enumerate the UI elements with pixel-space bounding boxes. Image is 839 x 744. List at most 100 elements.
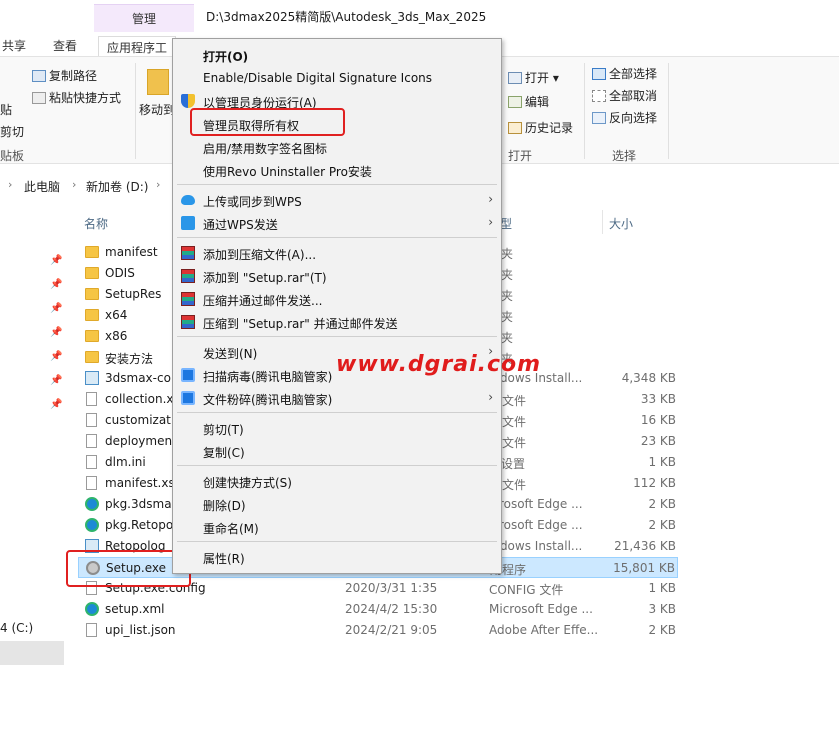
- history-button[interactable]: 历史记录: [508, 119, 573, 136]
- menu-item-create-shortcut[interactable]: 创建快捷方式(S): [173, 470, 501, 492]
- file-name: customizat: [105, 413, 171, 427]
- menu-label: 压缩并通过邮件发送...: [203, 294, 323, 308]
- file-row[interactable]: upi_list.json 2024/2/21 9:05 Adobe After E…: [78, 620, 678, 641]
- file-size: 2 KB: [648, 623, 676, 637]
- menu-label: 复制(C): [203, 446, 245, 460]
- select-all-button[interactable]: 全部选择: [592, 65, 657, 82]
- breadcrumb-drive-d[interactable]: 新加卷 (D:): [86, 178, 148, 195]
- file-type: Microsoft Edge ...: [489, 602, 593, 616]
- menu-label: 文件粉碎(腾讯电脑管家): [203, 393, 333, 407]
- tab-manage[interactable]: 管理: [94, 4, 194, 32]
- menu-item-open[interactable]: 打开(O): [173, 44, 501, 66]
- history-icon: [508, 122, 522, 134]
- menu-item-rar-email[interactable]: 压缩并通过邮件发送...: [173, 288, 501, 310]
- document-icon: [86, 623, 97, 637]
- ribbon-divider: [135, 63, 136, 159]
- menu-label: 打开(O): [203, 50, 249, 64]
- file-name: deploymen: [105, 434, 173, 448]
- menu-item-wps-send[interactable]: 通过WPS发送 ›: [173, 212, 501, 234]
- menu-label: 使用Revo Uninstaller Pro安装: [203, 165, 372, 179]
- menu-item-rar-add[interactable]: 添加到压缩文件(A)...: [173, 242, 501, 264]
- paste-button[interactable]: 贴: [0, 101, 12, 118]
- invert-selection-icon: [592, 112, 606, 124]
- copy-path-button[interactable]: 复制路径: [32, 67, 97, 84]
- file-name: pkg.3dsma: [105, 497, 172, 511]
- menu-separator: [177, 541, 497, 542]
- menu-item-toggle-signature[interactable]: 启用/禁用数字签名图标: [173, 136, 501, 158]
- breadcrumb-this-pc[interactable]: 此电脑: [24, 178, 60, 195]
- menu-separator: [177, 237, 497, 238]
- select-none-label: 全部取消: [609, 89, 658, 103]
- menu-item-properties[interactable]: 属性(R): [173, 546, 501, 568]
- edit-button[interactable]: 编辑: [508, 93, 549, 110]
- select-none-icon: [592, 90, 606, 102]
- menu-label: Enable/Disable Digital Signature Icons: [203, 71, 433, 85]
- file-size: 1 KB: [648, 581, 676, 595]
- menu-item-rename[interactable]: 重命名(M): [173, 516, 501, 538]
- paste-shortcut-label: 粘贴快捷方式: [49, 91, 122, 105]
- invert-selection-button[interactable]: 反向选择: [592, 109, 657, 126]
- document-icon: [86, 434, 97, 448]
- file-size: 23 KB: [640, 434, 676, 448]
- menu-item-rar-email-setup[interactable]: 压缩到 "Setup.rar" 并通过邮件发送: [173, 311, 501, 333]
- pin-icon: 📌: [50, 327, 63, 338]
- shield-scan-icon: [181, 368, 195, 382]
- winrar-icon: [181, 292, 195, 306]
- file-size: 2 KB: [648, 518, 676, 532]
- menu-item-revo-install[interactable]: 使用Revo Uninstaller Pro安装: [173, 159, 501, 181]
- select-all-icon: [592, 68, 606, 80]
- ribbon-divider: [584, 63, 585, 159]
- move-to-button[interactable]: 移动到: [139, 101, 175, 118]
- menu-label: 删除(D): [203, 499, 246, 513]
- nav-item-drive-c[interactable]: 4 (C:): [0, 621, 33, 635]
- chevron-right-icon: ›: [488, 215, 493, 229]
- clipboard-group-label: 贴板: [0, 149, 25, 163]
- file-type: icrosoft Edge ...: [489, 497, 583, 511]
- file-size: 21,436 KB: [614, 539, 676, 553]
- tab-share[interactable]: 共享: [2, 37, 26, 54]
- open-button[interactable]: 打开 ▾: [508, 69, 559, 86]
- file-type: Adobe After Effe...: [489, 623, 599, 637]
- folder-icon: [85, 330, 99, 342]
- menu-item-cut[interactable]: 剪切(T): [173, 417, 501, 439]
- menu-label: 重命名(M): [203, 522, 259, 536]
- file-row[interactable]: setup.xml 2024/4/2 15:30 Microsoft Edge ..…: [78, 599, 678, 620]
- menu-item-copy[interactable]: 复制(C): [173, 440, 501, 462]
- nav-selected-item[interactable]: [0, 641, 64, 665]
- chevron-right-icon: ›: [72, 178, 77, 191]
- column-divider[interactable]: [602, 210, 603, 234]
- menu-item-rar-add-setup[interactable]: 添加到 "Setup.rar"(T): [173, 265, 501, 287]
- file-size: 2 KB: [648, 497, 676, 511]
- select-none-button[interactable]: 全部取消: [592, 87, 657, 104]
- column-name[interactable]: 名称: [84, 215, 108, 232]
- file-name: 3dsmax-co: [105, 371, 171, 385]
- history-label: 历史记录: [525, 121, 574, 135]
- menu-item-delete[interactable]: 删除(D): [173, 493, 501, 515]
- title-bar: 管理 D:\3dmax2025精简版\Autodesk_3ds_Max_2025: [0, 0, 839, 34]
- folder-icon: [85, 351, 99, 363]
- file-name: 安装方法: [105, 352, 154, 366]
- tab-app-tools[interactable]: 应用程序工: [98, 36, 177, 57]
- document-icon: [86, 455, 97, 469]
- menu-label: 压缩到 "Setup.rar" 并通过邮件发送: [203, 317, 398, 331]
- open-icon: [508, 72, 522, 84]
- file-name: x86: [105, 329, 128, 343]
- menu-separator: [177, 465, 497, 466]
- file-size: 33 KB: [640, 392, 676, 406]
- winrar-icon: [181, 269, 195, 283]
- menu-item-wps-upload[interactable]: 上传或同步到WPS ›: [173, 189, 501, 211]
- watermark: www.dgrai.com: [336, 352, 542, 377]
- menu-separator: [177, 336, 497, 337]
- menu-item-signature-icons[interactable]: Enable/Disable Digital Signature Icons: [173, 67, 501, 89]
- chevron-right-icon: ›: [488, 390, 493, 404]
- tab-view[interactable]: 查看: [53, 37, 77, 54]
- file-name: x64: [105, 308, 128, 322]
- pin-icon: 📌: [50, 399, 63, 410]
- cut-button[interactable]: 剪切: [0, 123, 24, 140]
- menu-item-shred[interactable]: 文件粉碎(腾讯电脑管家) ›: [173, 387, 501, 409]
- folder-icon: [85, 288, 99, 300]
- paste-shortcut-button[interactable]: 粘贴快捷方式: [32, 89, 121, 106]
- pin-icon: 📌: [50, 375, 63, 386]
- file-type: indows Install...: [489, 539, 583, 553]
- column-size[interactable]: 大小: [609, 215, 633, 232]
